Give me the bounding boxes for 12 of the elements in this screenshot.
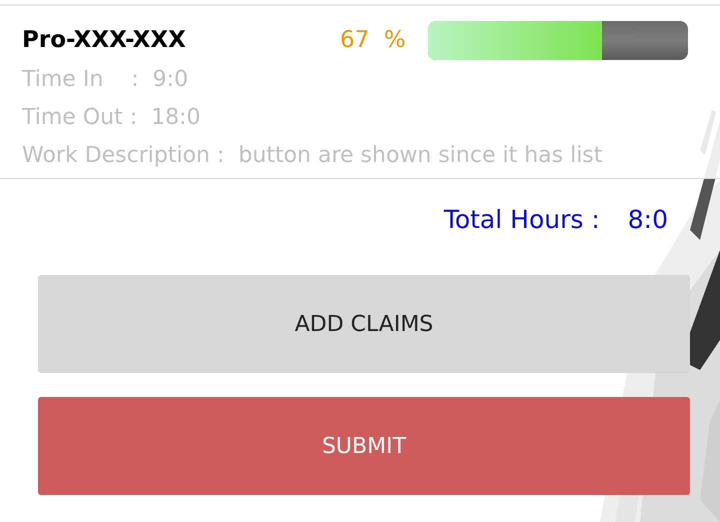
submit-button[interactable]: SUBMIT (38, 397, 690, 495)
detail-label: Work Description : (22, 142, 224, 168)
project-code: Pro-XXX-XXX (22, 27, 187, 53)
detail-value: 18:0 (151, 104, 201, 130)
add-claims-button[interactable]: ADD CLAIMS (38, 275, 690, 373)
detail-value: 9:0 (152, 66, 188, 92)
detail-value: button are shown since it has list (238, 142, 602, 168)
total-value: 8:0 (628, 205, 668, 236)
detail-label: Time Out : (22, 104, 138, 130)
detail-label: Time In : (22, 66, 139, 92)
total-label: Total Hours : (444, 205, 600, 236)
percent-text: 67 % (340, 27, 407, 53)
